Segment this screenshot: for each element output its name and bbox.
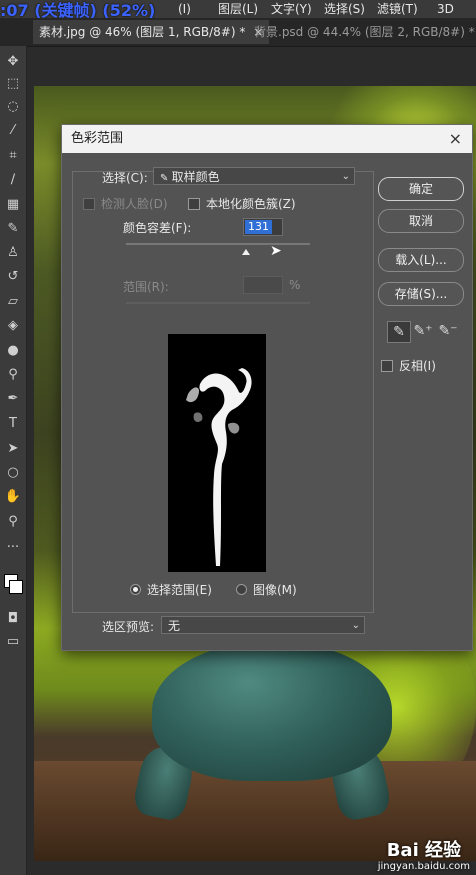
marquee-icon[interactable]: ⬚ [3,74,23,94]
invert-label: 反相(I) [399,359,436,373]
image-radio[interactable] [236,584,247,595]
dodge-icon[interactable]: ⚲ [3,365,23,385]
more-icon[interactable]: ··· [3,538,23,558]
fuzziness-input[interactable]: 131 [243,218,283,236]
menu-item-select[interactable]: 选择(S) [324,0,365,18]
healing-icon[interactable]: ▦ [3,195,23,215]
crop-icon[interactable]: ⌗ [3,146,23,166]
ellipse-icon[interactable]: ○ [3,463,23,483]
eyedropper-icon: ✎ [160,173,172,184]
eyedropper-icon[interactable]: ∕ [3,170,23,190]
select-dropdown[interactable]: ✎ 取样颜色 ⌄ [153,167,355,185]
menu-item-3d[interactable]: 3D [437,0,454,18]
eyedropper-minus-icon[interactable]: ✎⁻ [437,321,459,341]
ok-button[interactable]: 确定 [378,177,464,201]
select-value: 取样颜色 [171,170,220,184]
invert-checkbox[interactable] [381,360,393,372]
history-brush-icon[interactable]: ↺ [3,267,23,287]
menu-item-layer[interactable]: 图层(L) [218,0,258,18]
range-label: 范围(R): [123,280,169,294]
baidu-watermark: Bai 经验 jingyan.baidu.com [378,841,470,873]
selection-preview-value: 无 [168,619,181,633]
chevron-down-icon: ⌄ [341,171,350,182]
selection-radio-label: 选择范围(E) [147,583,212,597]
type-icon[interactable]: T [3,414,23,434]
localized-clusters-label: 本地化颜色簇(Z) [206,197,296,211]
save-button[interactable]: 存储(S)... [378,282,464,306]
selection-preview-label: 选区预览: [102,620,155,634]
range-unit: % [289,278,301,292]
load-button[interactable]: 载入(L)... [378,248,464,272]
smoke-mask-graphic [186,368,252,566]
fuzziness-value: 131 [245,220,272,234]
color-range-dialog: 色彩范围 × 选择(C): ✎ 取样颜色 ⌄ 检测人脸(D) 本地化颜色簇(Z)… [61,124,473,651]
brush-icon[interactable]: ✎ [3,219,23,239]
quick-mask-icon[interactable]: ◘ [3,609,23,629]
pen-icon[interactable]: ✒ [3,389,23,409]
paint-bucket-icon[interactable]: ◈ [3,316,23,336]
menu-item-type[interactable]: 文字(Y) [271,0,312,18]
move-icon[interactable]: ✥ [3,52,23,72]
image-radio-label: 图像(M) [253,583,297,597]
document-tab-bar: 素材.jpg @ 46% (图层 1, RGB/8#) * × 背景.psd @ … [0,18,476,47]
dialog-title: 色彩范围 [71,131,124,146]
baidu-url: jingyan.baidu.com [377,861,470,872]
tab-document-2[interactable]: 背景.psd @ 44.4% (图层 2, RGB/8#) *× [248,20,476,44]
detect-faces-checkbox[interactable] [83,198,95,210]
fuzziness-label: 颜色容差(F): [123,221,192,235]
mouse-cursor-icon: ➤ [270,243,282,259]
magic-wand-icon[interactable]: ⁄ [3,121,23,141]
detect-faces-label: 检测人脸(D) [101,197,168,211]
stamp-icon[interactable]: ♙ [3,243,23,263]
fuzziness-slider-thumb[interactable] [242,249,250,255]
close-icon[interactable]: × [449,125,462,153]
selection-preview-dropdown[interactable]: 无 ⌄ [161,616,365,634]
fuzziness-slider-track[interactable] [126,243,310,245]
menu-item-filter[interactable]: 滤镜(T) [377,0,418,18]
selection-radio[interactable] [130,584,141,595]
baidu-logo: Bai 经验 [386,840,462,861]
selection-preview [168,334,266,572]
dialog-titlebar[interactable]: 色彩范围 × [62,125,472,153]
eraser-icon[interactable]: ▱ [3,292,23,312]
hand-icon[interactable]: ✋ [3,487,23,507]
bronze-censer [152,641,392,781]
eyedropper-plus-icon[interactable]: ✎⁺ [412,321,434,341]
tab-document-1[interactable]: 素材.jpg @ 46% (图层 1, RGB/8#) * × [33,20,270,44]
tab-label: 背景.psd @ 44.4% (图层 2, RGB/8#) * [254,25,475,39]
path-select-icon[interactable]: ➤ [3,439,23,459]
cancel-button[interactable]: 取消 [378,209,464,233]
eyedropper-icon[interactable]: ✎ [387,321,411,343]
range-slider-track[interactable] [126,302,310,304]
tab-label: 素材.jpg @ 46% (图层 1, RGB/8#) * [39,25,246,39]
zoom-icon[interactable]: ⚲ [3,512,23,532]
range-input[interactable] [243,276,283,294]
screen-mode-icon[interactable]: ▭ [3,632,23,652]
blur-icon[interactable]: ● [3,341,23,361]
menu-bar: :07 (关键帧) (52%) (I) 图层(L) 文字(Y) 选择(S) 滤镜… [0,0,476,20]
background-color-swatch[interactable] [9,580,23,594]
tools-panel: ✥ ⬚ ◌ ⁄ ⌗ ∕ ▦ ✎ ♙ ↺ ▱ ◈ ● ⚲ ✒ T ➤ ○ ✋ ⚲ … [0,46,27,875]
select-label: 选择(C): [102,171,148,185]
menu-item-image[interactable]: (I) [178,0,191,18]
localized-clusters-checkbox[interactable] [188,198,200,210]
lasso-icon[interactable]: ◌ [3,97,23,117]
chevron-down-icon: ⌄ [351,620,360,631]
